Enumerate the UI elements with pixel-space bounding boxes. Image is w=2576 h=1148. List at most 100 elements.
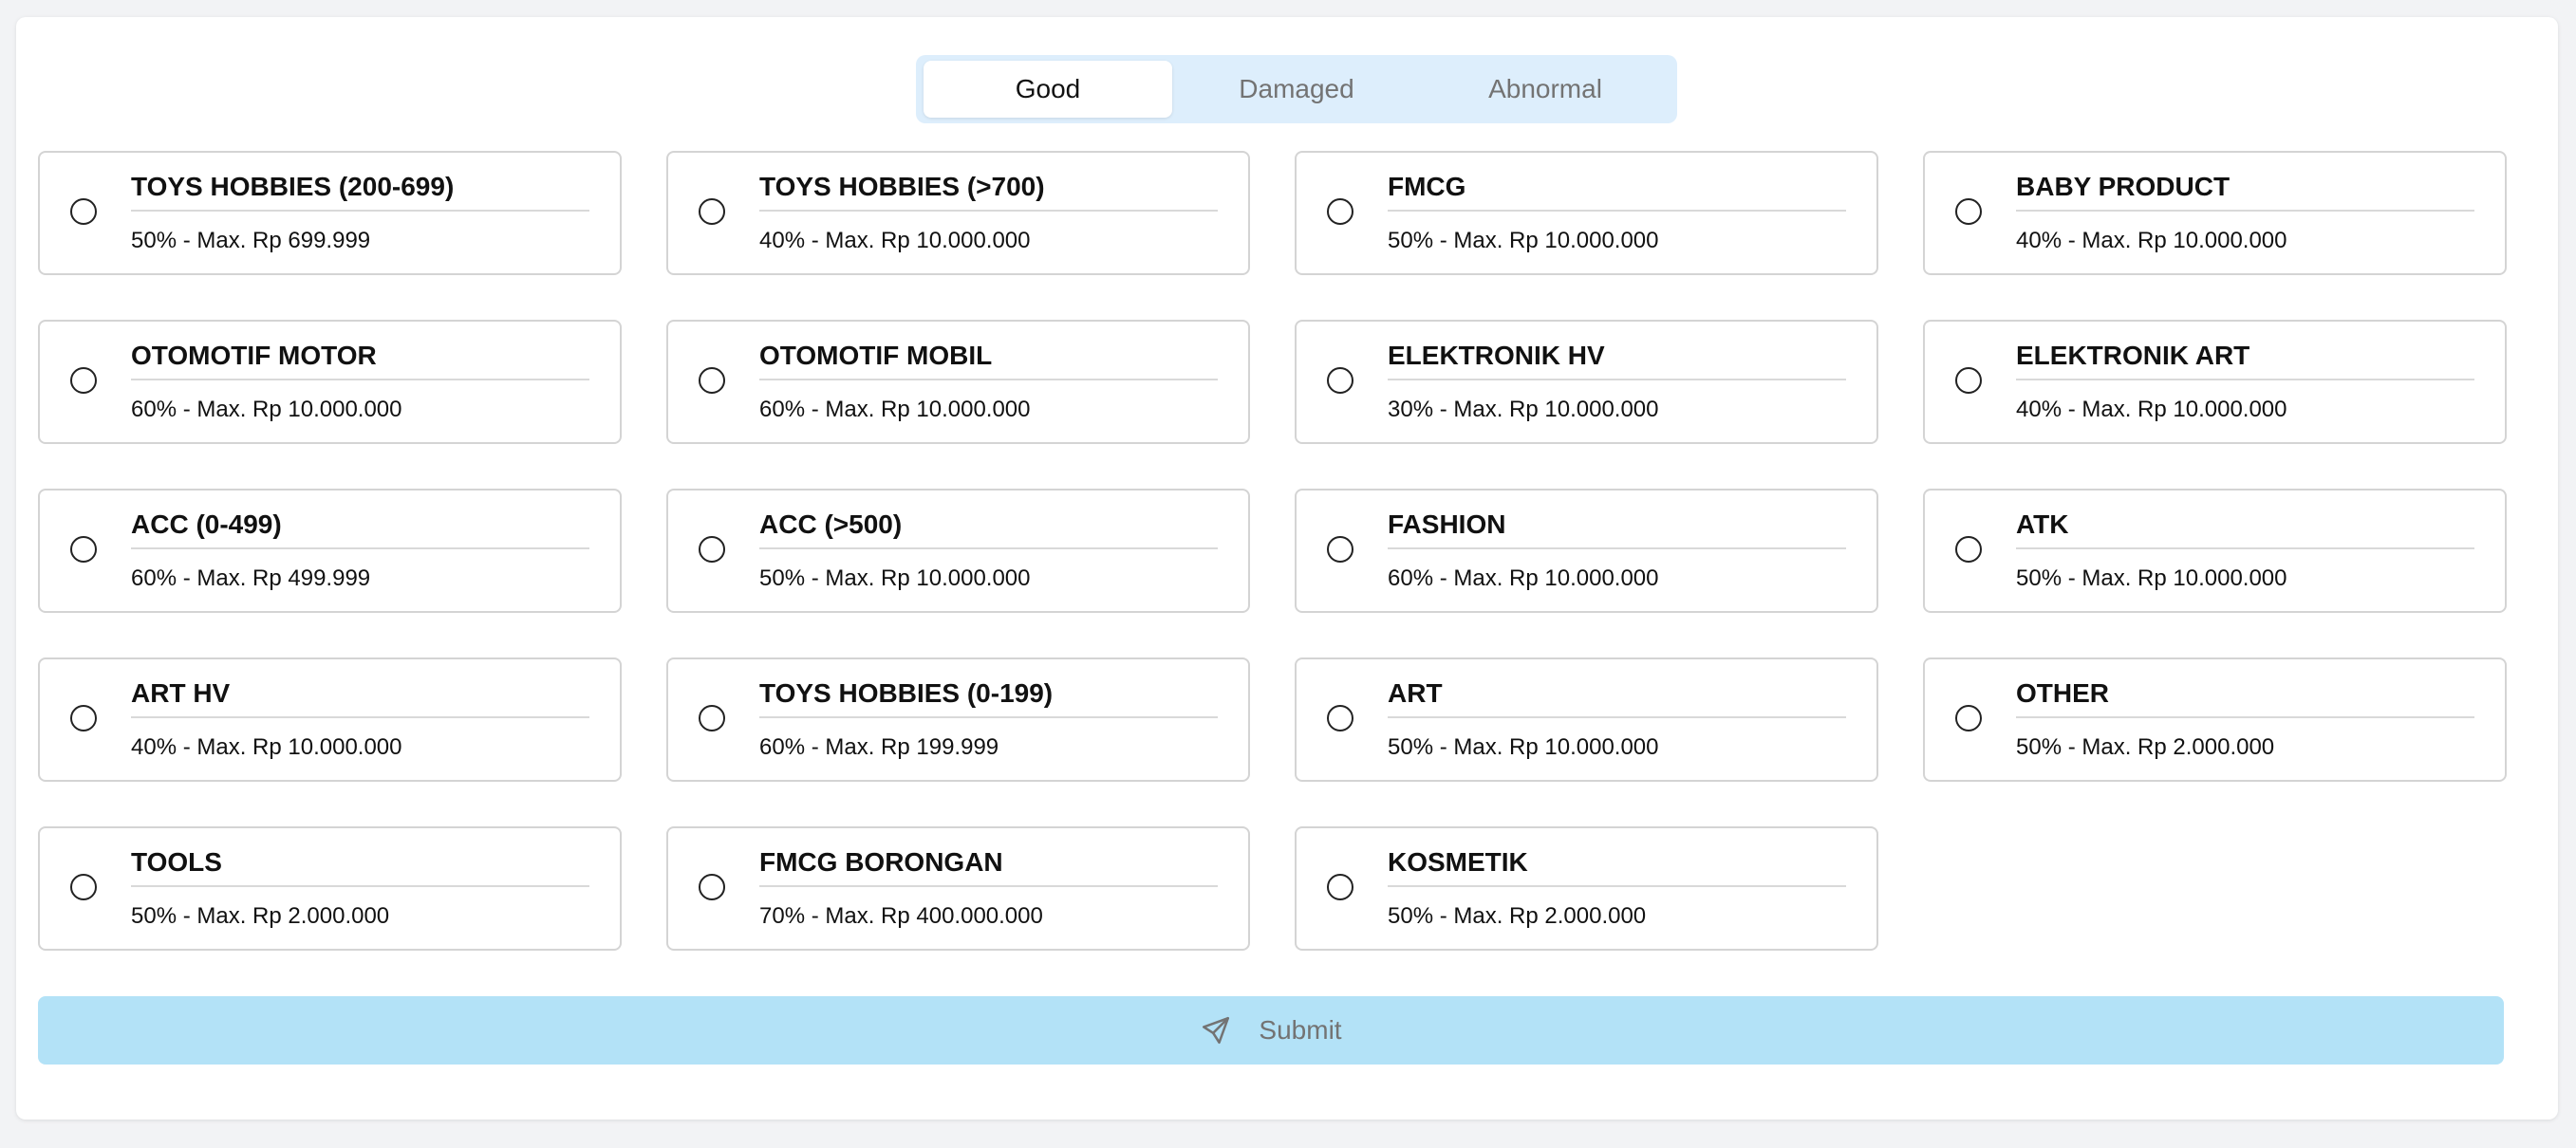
tab-good[interactable]: Good — [924, 61, 1172, 118]
option-detail: 60% - Max. Rp 10.000.000 — [1388, 565, 1659, 591]
option-detail: 50% - Max. Rp 2.000.000 — [2016, 734, 2275, 760]
option-divider — [1388, 885, 1846, 887]
option-title: ATK — [2016, 509, 2069, 539]
option-detail: 50% - Max. Rp 10.000.000 — [1388, 734, 1659, 760]
option-title: KOSMETIK — [1388, 847, 1528, 877]
option-otomotif-motor[interactable]: OTOMOTIF MOTOR 60% - Max. Rp 10.000.000 — [38, 320, 622, 444]
option-detail: 60% - Max. Rp 499.999 — [131, 565, 371, 591]
option-title: ART HV — [131, 678, 231, 708]
option-divider — [131, 379, 589, 380]
radio-button[interactable] — [699, 874, 725, 900]
option-detail: 50% - Max. Rp 10.000.000 — [2016, 565, 2287, 591]
radio-button[interactable] — [70, 536, 97, 563]
submit-label: Submit — [1259, 1015, 1342, 1045]
submit-button[interactable]: Submit — [38, 996, 2504, 1065]
option-divider — [2016, 716, 2474, 718]
radio-button[interactable] — [70, 367, 97, 394]
option-detail: 50% - Max. Rp 2.000.000 — [131, 903, 390, 929]
option-detail: 60% - Max. Rp 199.999 — [759, 734, 999, 760]
tab-abnormal[interactable]: Abnormal — [1421, 61, 1670, 118]
radio-button[interactable] — [1955, 705, 1982, 731]
option-title: FMCG — [1388, 172, 1466, 201]
radio-button[interactable] — [699, 198, 725, 225]
option-atk[interactable]: ATK 50% - Max. Rp 10.000.000 — [1923, 489, 2507, 613]
option-elektronik-hv[interactable]: ELEKTRONIK HV 30% - Max. Rp 10.000.000 — [1295, 320, 1878, 444]
radio-button[interactable] — [70, 198, 97, 225]
tab-damaged[interactable]: Damaged — [1172, 61, 1421, 118]
option-detail: 40% - Max. Rp 10.000.000 — [2016, 228, 2287, 253]
option-divider — [759, 379, 1218, 380]
option-divider — [1388, 716, 1846, 718]
option-divider — [2016, 210, 2474, 212]
option-otomotif-mobil[interactable]: OTOMOTIF MOBIL 60% - Max. Rp 10.000.000 — [666, 320, 1250, 444]
option-title: FMCG BORONGAN — [759, 847, 1003, 877]
option-detail: 40% - Max. Rp 10.000.000 — [131, 734, 402, 760]
option-title: ACC (>500) — [759, 509, 903, 539]
option-toys-hobbies-200-699[interactable]: TOYS HOBBIES (200-699) 50% - Max. Rp 699… — [38, 151, 622, 275]
option-title: OTHER — [2016, 678, 2109, 708]
option-divider — [759, 885, 1218, 887]
option-divider — [1388, 547, 1846, 549]
send-icon — [1203, 1016, 1230, 1045]
option-art[interactable]: ART 50% - Max. Rp 10.000.000 — [1295, 657, 1878, 782]
option-detail: 50% - Max. Rp 10.000.000 — [759, 565, 1031, 591]
option-detail: 50% - Max. Rp 10.000.000 — [1388, 228, 1659, 253]
option-divider — [759, 210, 1218, 212]
option-divider — [131, 210, 589, 212]
option-title: ART — [1388, 678, 1443, 708]
radio-button[interactable] — [1955, 536, 1982, 563]
option-acc-500[interactable]: ACC (>500) 50% - Max. Rp 10.000.000 — [666, 489, 1250, 613]
option-fmcg[interactable]: FMCG 50% - Max. Rp 10.000.000 — [1295, 151, 1878, 275]
radio-button[interactable] — [1327, 874, 1353, 900]
option-divider — [131, 716, 589, 718]
radio-button[interactable] — [70, 705, 97, 731]
option-elektronik-art[interactable]: ELEKTRONIK ART 40% - Max. Rp 10.000.000 — [1923, 320, 2507, 444]
radio-button[interactable] — [1955, 198, 1982, 225]
option-fmcg-borongan[interactable]: FMCG BORONGAN 70% - Max. Rp 400.000.000 — [666, 826, 1250, 951]
option-divider — [2016, 379, 2474, 380]
radio-button[interactable] — [699, 705, 725, 731]
radio-button[interactable] — [1327, 198, 1353, 225]
radio-button[interactable] — [699, 367, 725, 394]
option-toys-hobbies-0-199[interactable]: TOYS HOBBIES (0-199) 60% - Max. Rp 199.9… — [666, 657, 1250, 782]
option-divider — [131, 547, 589, 549]
option-detail: 60% - Max. Rp 10.000.000 — [759, 397, 1031, 422]
option-detail: 70% - Max. Rp 400.000.000 — [759, 903, 1043, 929]
option-detail: 60% - Max. Rp 10.000.000 — [131, 397, 402, 422]
option-divider — [759, 716, 1218, 718]
category-options-grid: TOYS HOBBIES (200-699) 50% - Max. Rp 699… — [38, 151, 2507, 951]
option-detail: 50% - Max. Rp 699.999 — [131, 228, 371, 253]
option-divider — [759, 547, 1218, 549]
radio-button[interactable] — [1327, 536, 1353, 563]
option-title: ELEKTRONIK ART — [2016, 341, 2250, 370]
condition-tabs: Good Damaged Abnormal — [916, 55, 1677, 123]
option-detail: 40% - Max. Rp 10.000.000 — [759, 228, 1031, 253]
option-divider — [1388, 379, 1846, 380]
option-art-hv[interactable]: ART HV 40% - Max. Rp 10.000.000 — [38, 657, 622, 782]
option-divider — [2016, 547, 2474, 549]
option-title: TOYS HOBBIES (200-699) — [131, 172, 455, 201]
option-title: FASHION — [1388, 509, 1506, 539]
option-baby-product[interactable]: BABY PRODUCT 40% - Max. Rp 10.000.000 — [1923, 151, 2507, 275]
option-fashion[interactable]: FASHION 60% - Max. Rp 10.000.000 — [1295, 489, 1878, 613]
radio-button[interactable] — [70, 874, 97, 900]
option-divider — [1388, 210, 1846, 212]
option-toys-hobbies-700[interactable]: TOYS HOBBIES (>700) 40% - Max. Rp 10.000… — [666, 151, 1250, 275]
option-title: ACC (0-499) — [131, 509, 282, 539]
radio-button[interactable] — [1327, 367, 1353, 394]
radio-button[interactable] — [1955, 367, 1982, 394]
option-title: OTOMOTIF MOBIL — [759, 341, 993, 370]
radio-button[interactable] — [1327, 705, 1353, 731]
option-title: TOYS HOBBIES (>700) — [759, 172, 1045, 201]
option-other[interactable]: OTHER 50% - Max. Rp 2.000.000 — [1923, 657, 2507, 782]
option-acc-0-499[interactable]: ACC (0-499) 60% - Max. Rp 499.999 — [38, 489, 622, 613]
option-title: TOOLS — [131, 847, 222, 877]
radio-button[interactable] — [699, 536, 725, 563]
option-kosmetik[interactable]: KOSMETIK 50% - Max. Rp 2.000.000 — [1295, 826, 1878, 951]
option-title: ELEKTRONIK HV — [1388, 341, 1605, 370]
option-divider — [131, 885, 589, 887]
option-detail: 30% - Max. Rp 10.000.000 — [1388, 397, 1659, 422]
option-detail: 40% - Max. Rp 10.000.000 — [2016, 397, 2287, 422]
option-tools[interactable]: TOOLS 50% - Max. Rp 2.000.000 — [38, 826, 622, 951]
option-title: OTOMOTIF MOTOR — [131, 341, 377, 370]
